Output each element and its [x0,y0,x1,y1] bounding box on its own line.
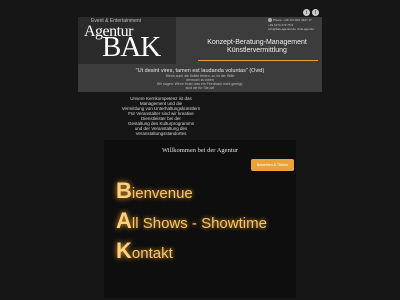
quote-block: "Ut desint vires, tamen est laudanda vol… [78,68,322,90]
contact-info: Phone: +49 170 801 3947 47 +49 0174 279 … [268,18,320,32]
twitter-icon[interactable]: t [303,9,310,16]
phone-number[interactable]: Phone: +49 170 801 3947 47 [273,18,312,22]
menu-all-shows[interactable]: All Shows - Showtime [116,208,267,234]
menu-initial: A [116,208,132,233]
tickets-button[interactable]: Bewerben & Tickets [251,159,294,171]
quote-line-4: sind wir für Sie da! [185,86,215,90]
menu-initial: K [116,238,132,263]
welcome-heading: Willkommen bei der Agentur [161,147,239,154]
intro-line: Unsere Kernkompetenz ist das Management … [130,96,192,106]
agency-logo[interactable]: Event & Entertainment Agentur BAK [78,17,176,64]
intro-line: Veranstaltungsstandortes [135,131,187,136]
menu-label: ontakt [131,245,173,262]
menu-label: ienvenue [131,185,193,202]
tagline: Konzept-Beratung-Management Künstlerverm… [207,39,307,54]
menu-bienvenue[interactable]: Bienvenue [116,178,193,204]
menu-initial: B [116,178,132,203]
logo-word-bak: BAK [102,31,161,63]
social-links: t f [303,9,319,16]
site-header: Event & Entertainment Agentur BAK t f Ph… [78,9,322,92]
email-address[interactable]: info@bak-agentur.de | buk.agentur [268,27,320,32]
intro-line: Für Veranstalter sind wir kreative Diens… [128,111,194,121]
tagline-divider [198,60,318,61]
menu-label: ll Shows - Showtime [131,215,267,232]
phone-icon [268,18,272,23]
facebook-icon[interactable]: f [312,9,319,16]
menu-kontakt[interactable]: Kontakt [116,238,173,264]
intro-text: Unsere Kernkompetenz ist das Management … [117,96,205,136]
